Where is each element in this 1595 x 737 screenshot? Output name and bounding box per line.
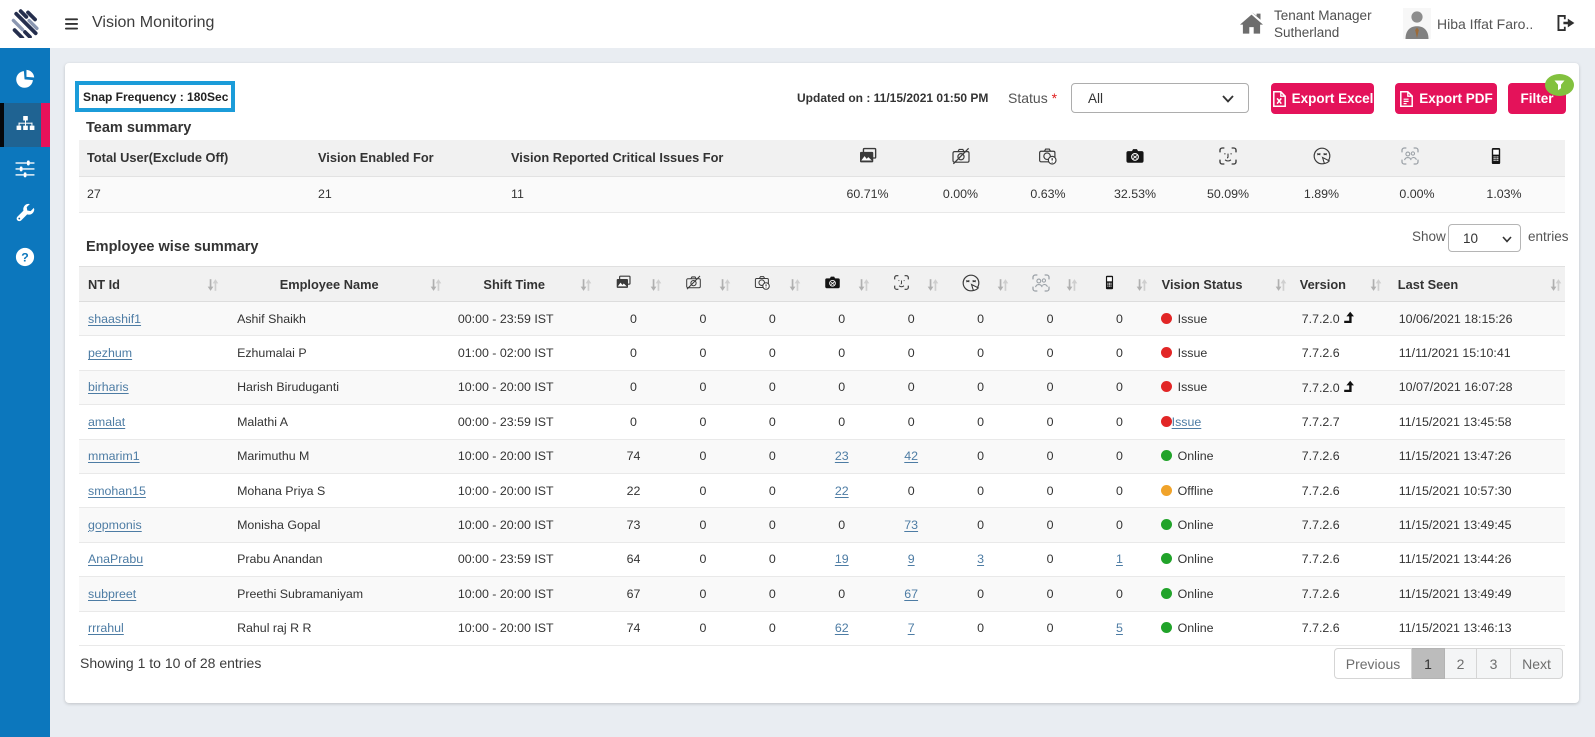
- svg-text:?: ?: [21, 250, 29, 264]
